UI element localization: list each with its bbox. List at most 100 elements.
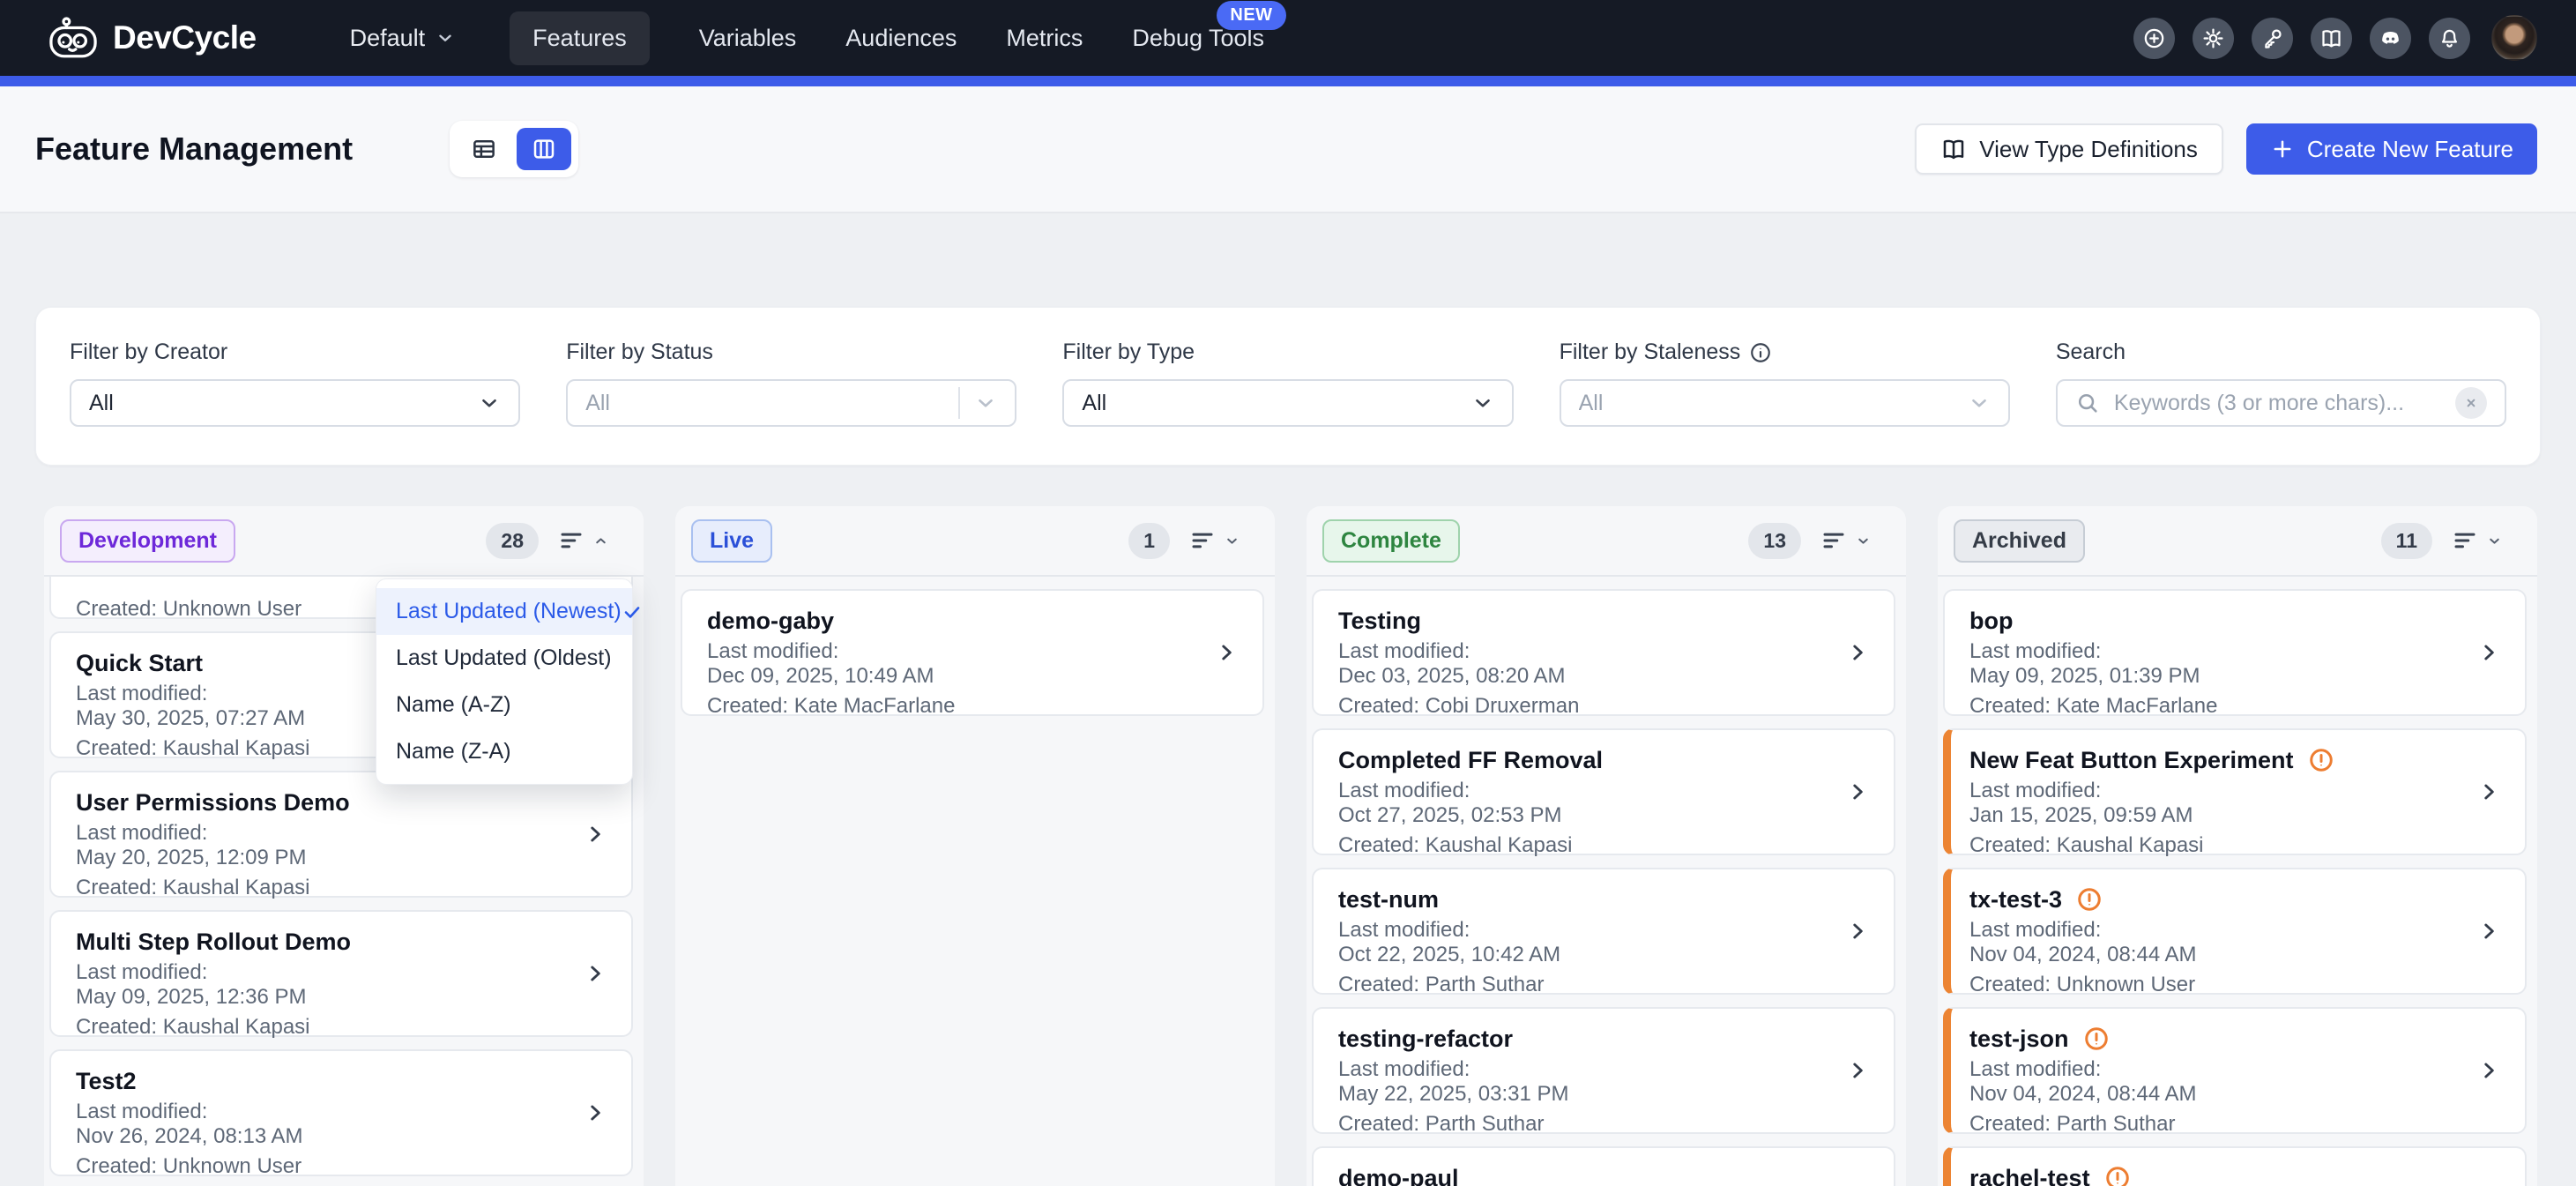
table-view-button[interactable] (457, 128, 511, 170)
feature-card[interactable]: rachel-test (1943, 1146, 2527, 1186)
feature-name: Completed FF Removal (1338, 747, 1603, 774)
column-archived: Archived11bopLast modified:May 09, 2025,… (1938, 506, 2537, 1186)
feature-card[interactable]: Test2 Last modified:Nov 26, 2024, 08:13 A… (49, 1049, 633, 1176)
accent-bar (0, 76, 2576, 86)
kanban-view-button[interactable] (517, 128, 571, 170)
feature-name: bop (1969, 608, 2013, 635)
last-modified: Last modified:Oct 22, 2025, 10:42 AM (1338, 918, 1848, 967)
feature-card[interactable]: testing-refactor Last modified:May 22, 20… (1312, 1007, 1895, 1134)
filter-status-select[interactable]: All (566, 379, 1016, 427)
column-card-list: TestingLast modified:Dec 03, 2025, 08:20… (1307, 577, 1906, 1186)
filter-staleness-select[interactable]: All (1560, 379, 2010, 427)
sort-option-label: Last Updated (Newest) (396, 599, 622, 624)
bell-icon-button[interactable] (2429, 18, 2470, 59)
last-modified-label: Last modified: (1338, 779, 1848, 803)
last-modified: Last modified:May 22, 2025, 03:31 PM (1338, 1057, 1848, 1107)
last-modified: Last modified:Jan 15, 2025, 09:59 AM (1969, 779, 2479, 828)
clear-search-button[interactable] (2455, 387, 2487, 419)
sort-option-last-updated-newest[interactable]: Last Updated (Newest) (376, 588, 632, 635)
view-type-definitions-button[interactable]: View Type Definitions (1915, 123, 2223, 175)
nav-item-variables[interactable]: Variables (699, 11, 797, 65)
project-switcher[interactable]: Default (350, 25, 456, 52)
last-modified: Last modified:Nov 26, 2024, 08:13 AM (76, 1100, 585, 1149)
stale-warning-icon[interactable] (2083, 1026, 2110, 1052)
card-title-row: Testing (1338, 607, 1848, 635)
sort-icon (1820, 527, 1847, 554)
book-icon-button[interactable] (2311, 18, 2352, 59)
column-header: Development28 (44, 506, 644, 577)
view-toggle (450, 121, 578, 177)
search-input[interactable] (2112, 390, 2443, 417)
feature-name: Test2 (76, 1068, 137, 1095)
filter-staleness-value: All (1579, 391, 1968, 416)
column-sort-control[interactable] (1820, 527, 1871, 554)
column-sort-control[interactable] (558, 527, 608, 554)
feature-card[interactable]: TestingLast modified:Dec 03, 2025, 08:20… (1312, 589, 1895, 716)
card-title-row: demo-paul (1338, 1164, 1848, 1186)
discord-icon-button[interactable] (2370, 18, 2411, 59)
column-sort-control[interactable] (1189, 527, 1240, 554)
feature-card[interactable]: bopLast modified:May 09, 2025, 01:39 PMC… (1943, 589, 2527, 716)
nav-item-label: Metrics (1006, 25, 1083, 51)
user-avatar[interactable] (2491, 15, 2537, 61)
feature-card[interactable]: Completed FF RemovalLast modified:Oct 27… (1312, 728, 1895, 855)
card-chevron-right-icon (2477, 780, 2500, 803)
last-modified-label: Last modified: (76, 1100, 585, 1124)
nav-item-debug-tools[interactable]: Debug ToolsNEW (1132, 11, 1264, 65)
filter-type-select[interactable]: All (1062, 379, 1513, 427)
card-chevron-right-icon (1846, 780, 1869, 803)
feature-card[interactable]: demo-gabyLast modified:Dec 09, 2025, 10:… (681, 589, 1264, 716)
card-chevron-right-icon (1846, 1059, 1869, 1082)
stale-warning-icon[interactable] (2308, 747, 2334, 773)
card-title-row: Test2 (76, 1067, 585, 1095)
select-divider (958, 387, 960, 419)
card-chevron-right-icon (2477, 920, 2500, 943)
feature-name: tx-test-3 (1969, 886, 2062, 914)
gear-icon-button[interactable] (2193, 18, 2234, 59)
column-card-list: bopLast modified:May 09, 2025, 01:39 PMC… (1938, 577, 2537, 1186)
gear-icon (2201, 26, 2225, 50)
plus-circle-icon-button[interactable] (2133, 18, 2175, 59)
feature-card[interactable]: New Feat Button ExperimentLast modified:… (1943, 728, 2527, 855)
chevron-down-icon (1856, 533, 1871, 548)
filter-creator-label: Filter by Creator (70, 339, 520, 365)
nav-item-audiences[interactable]: Audiences (845, 11, 957, 65)
sort-option-last-updated-oldest[interactable]: Last Updated (Oldest) (376, 635, 632, 682)
brand[interactable]: DevCycle (48, 17, 257, 59)
last-modified-label: Last modified: (1338, 639, 1848, 664)
plus-circle-icon (2142, 26, 2166, 50)
column-sort-control[interactable] (2452, 527, 2502, 554)
close-icon (2463, 395, 2479, 411)
filter-creator-select[interactable]: All (70, 379, 520, 427)
created-by: Created: Unknown User (76, 1154, 585, 1179)
key-icon-button[interactable] (2252, 18, 2293, 59)
card-title-row: test-num (1338, 885, 1848, 914)
sort-icon (1189, 527, 1216, 554)
last-modified: Last modified:May 09, 2025, 01:39 PM (1969, 639, 2479, 689)
feature-card[interactable]: demo-paul (1312, 1146, 1895, 1186)
stale-warning-icon[interactable] (2104, 1165, 2131, 1186)
feature-card[interactable]: test-num Last modified:Oct 22, 2025, 10:4… (1312, 868, 1895, 995)
feature-card[interactable]: tx-test-3Last modified:Nov 04, 2024, 08:… (1943, 868, 2527, 995)
create-new-feature-button[interactable]: Create New Feature (2246, 123, 2537, 175)
last-modified-date: Dec 09, 2025, 10:49 AM (707, 664, 1217, 689)
sort-option-name-z-a[interactable]: Name (Z-A) (376, 728, 632, 775)
last-modified-label: Last modified: (1969, 779, 2479, 803)
chevron-down-icon (2487, 533, 2502, 548)
info-icon[interactable] (1749, 341, 1772, 364)
feature-card[interactable]: test-jsonLast modified:Nov 04, 2024, 08:… (1943, 1007, 2527, 1134)
feature-count-badge: 1 (1128, 523, 1170, 559)
last-modified-date: Nov 04, 2024, 08:44 AM (1969, 943, 2479, 967)
chevron-down-icon (436, 28, 455, 48)
feature-card[interactable]: User Permissions DemoLast modified:May 2… (49, 771, 633, 898)
card-title-row: testing-refactor (1338, 1025, 1848, 1053)
stale-warning-icon[interactable] (2076, 886, 2103, 913)
nav-item-label: Features (532, 25, 627, 51)
sort-option-name-a-z[interactable]: Name (A-Z) (376, 682, 632, 728)
card-title-row: tx-test-3 (1969, 885, 2479, 914)
nav-item-metrics[interactable]: Metrics (1006, 11, 1083, 65)
nav-item-features[interactable]: Features (510, 11, 650, 65)
feature-card[interactable]: Multi Step Rollout DemoLast modified:May… (49, 910, 633, 1037)
filter-creator-value: All (89, 391, 478, 416)
view-type-definitions-label: View Type Definitions (1979, 136, 2198, 163)
